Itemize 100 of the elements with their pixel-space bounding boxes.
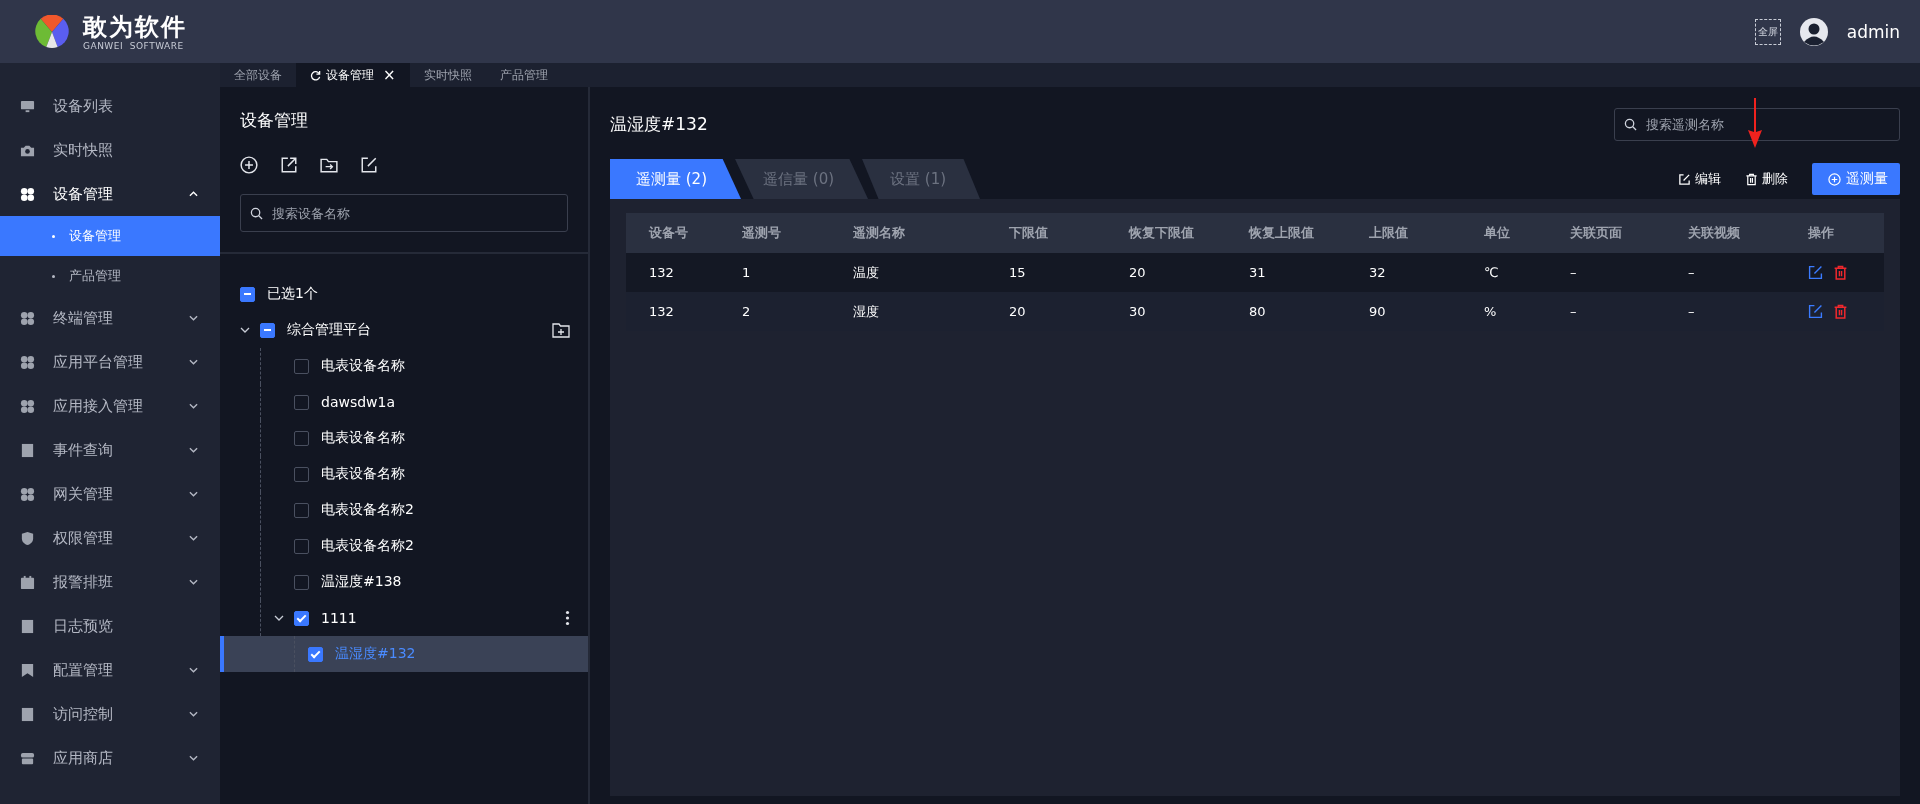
tree-node-label[interactable]: 综合管理平台: [287, 321, 371, 339]
table-cell-text: 20: [1129, 265, 1147, 280]
panel-title: 设备管理: [240, 109, 309, 132]
page-tab[interactable]: 产品管理: [485, 63, 562, 87]
page-tab[interactable]: 全部设备: [220, 63, 296, 87]
avatar-icon[interactable]: [1798, 16, 1829, 47]
sidebar-item[interactable]: 应用商店: [0, 736, 220, 780]
brand-name: 敢为软件: [83, 12, 187, 41]
sidebar-item[interactable]: 访问控制: [0, 692, 220, 736]
delete-icon[interactable]: [1833, 265, 1848, 280]
search-field[interactable]: 搜索设备名称: [240, 194, 568, 232]
sidebar-item[interactable]: 权限管理: [0, 516, 220, 560]
clover-icon: [20, 186, 35, 202]
add-icon[interactable]: [240, 156, 258, 174]
export-icon[interactable]: [280, 156, 298, 174]
column-header: 关联页面: [1570, 224, 1623, 242]
checkbox[interactable]: [294, 358, 309, 374]
column-header: 恢复上限值: [1249, 224, 1315, 242]
delete-icon[interactable]: [1833, 304, 1848, 319]
more-icon[interactable]: [565, 610, 570, 626]
table-cell-text: 90: [1369, 304, 1387, 319]
sidebar-item[interactable]: 网关管理: [0, 472, 220, 516]
checkbox[interactable]: [294, 610, 309, 626]
sidebar-item[interactable]: 配置管理: [0, 648, 220, 692]
sidebar-item[interactable]: 应用接入管理: [0, 384, 220, 428]
tree-node-label[interactable]: 电表设备名称: [321, 465, 405, 483]
doc-icon: [20, 442, 35, 458]
table-cell-text: %: [1484, 304, 1498, 319]
chevron-icon: [189, 755, 198, 761]
chevron-icon: [189, 579, 198, 585]
checkbox[interactable]: [240, 286, 255, 302]
column-header: 操作: [1808, 224, 1835, 242]
tree-node-label[interactable]: dawsdw1a: [321, 394, 396, 410]
shield-icon: [20, 530, 35, 546]
chevron-icon: [189, 535, 198, 541]
add-folder-icon[interactable]: [552, 322, 570, 338]
chevron-icon: [189, 191, 198, 197]
table-cell-text: 80: [1249, 304, 1267, 319]
search-field[interactable]: 搜索遥测名称: [1614, 107, 1900, 141]
sidebar-item[interactable]: 日志预览: [0, 604, 220, 648]
sidebar-item[interactable]: 报警排班: [0, 560, 220, 604]
chevron-icon[interactable]: [240, 327, 250, 333]
tab[interactable]: 遥测量 (2): [610, 159, 741, 199]
chevron-icon[interactable]: [274, 615, 284, 621]
column-header: 遥测名称: [853, 224, 906, 242]
sidebar-item[interactable]: 事件查询: [0, 428, 220, 472]
monitor-icon: [20, 98, 35, 114]
table-cell-text: 31: [1249, 265, 1267, 280]
column-header: 遥测号: [742, 224, 782, 242]
sidebar-item[interactable]: 实时快照: [0, 128, 220, 172]
refresh-icon[interactable]: [310, 69, 321, 81]
table-cell-text: 20: [1009, 304, 1027, 319]
import-folder-icon[interactable]: [320, 156, 338, 174]
chevron-icon: [189, 667, 198, 673]
add-telemetry-button[interactable]: 遥测量: [1812, 163, 1900, 195]
page-icon: [20, 618, 35, 634]
chevron-icon: [189, 447, 198, 453]
search-icon: [1624, 117, 1637, 131]
checkbox[interactable]: [294, 394, 309, 410]
tree-node-label[interactable]: 1111: [321, 610, 357, 626]
tree-node-label[interactable]: 温湿度#138: [321, 573, 402, 591]
clover-icon: [20, 310, 35, 326]
checkbox[interactable]: [308, 646, 323, 662]
tree-node-label[interactable]: 电表设备名称: [321, 357, 405, 375]
username[interactable]: admin: [1846, 21, 1900, 42]
trash-icon: [1745, 172, 1758, 186]
selection-count: 已选1个: [267, 285, 318, 303]
tree-node-label[interactable]: 电表设备名称2: [321, 501, 414, 519]
fullscreen-button[interactable]: 全屏: [1754, 18, 1781, 45]
table-cell-text: 湿度: [853, 302, 880, 321]
table-cell-text: 30: [1129, 304, 1147, 319]
page-tab[interactable]: 设备管理 ×: [296, 63, 410, 87]
sidebar-item[interactable]: 终端管理: [0, 296, 220, 340]
chevron-icon: [189, 491, 198, 497]
checkbox[interactable]: [294, 466, 309, 482]
search-icon: [250, 206, 263, 220]
tree-node-label[interactable]: 电表设备名称: [321, 429, 405, 447]
tree-node-label[interactable]: 电表设备名称2: [321, 537, 414, 555]
logo-icon: [33, 14, 71, 49]
checkbox[interactable]: [294, 574, 309, 590]
table-cell-text: 1: [742, 265, 752, 280]
delete-button[interactable]: 删除: [1745, 170, 1788, 188]
submenu-item[interactable]: 产品管理: [0, 256, 220, 296]
page-tab[interactable]: 实时快照: [409, 63, 486, 87]
checkbox[interactable]: [294, 502, 309, 518]
close-icon[interactable]: ×: [383, 66, 396, 84]
checkbox[interactable]: [294, 430, 309, 446]
sidebar-item[interactable]: 应用平台管理: [0, 340, 220, 384]
submenu-item[interactable]: 设备管理: [0, 216, 220, 256]
table-cell-text: 15: [1009, 265, 1027, 280]
edit-button[interactable]: 编辑: [1678, 170, 1721, 188]
sidebar-item[interactable]: 设备管理: [0, 172, 220, 216]
chevron-icon: [189, 711, 198, 717]
table-cell-text: –: [1570, 265, 1578, 280]
calendar-icon: [20, 574, 35, 590]
column-header: 恢复下限值: [1129, 224, 1195, 242]
sidebar-item[interactable]: 设备列表: [0, 84, 220, 128]
checkbox[interactable]: [294, 538, 309, 554]
clover-icon: [20, 398, 35, 414]
checkbox[interactable]: [260, 322, 275, 338]
